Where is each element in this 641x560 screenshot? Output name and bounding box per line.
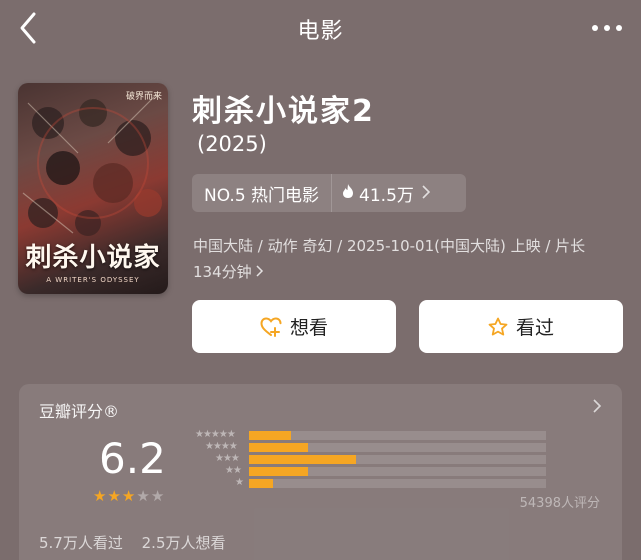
- more-icon[interactable]: [587, 14, 627, 42]
- heat-value: 41.5万: [359, 185, 414, 206]
- want-label: 想看: [289, 317, 328, 339]
- distribution-bar: [249, 455, 356, 464]
- top-nav: 电影: [0, 0, 641, 56]
- distribution-bar: [249, 467, 309, 476]
- rating-header: 豆瓣评分®: [39, 402, 120, 421]
- distribution-stars: ★★: [225, 465, 242, 476]
- distribution-row: ★★★★: [189, 441, 549, 455]
- movie-duration: 134分钟: [193, 263, 252, 281]
- movie-meta[interactable]: 中国大陆 / 动作 奇幻 / 2025-10-01(中国大陆) 上映 / 片长 …: [193, 233, 623, 285]
- watch-counts: 5.7万人看过 2.5万人想看: [39, 532, 226, 553]
- meta-line-duration: 134分钟: [193, 259, 623, 285]
- distribution-bar: [249, 479, 273, 488]
- chevron-right-icon[interactable]: [593, 398, 602, 417]
- distribution-row: ★★★: [189, 453, 549, 467]
- distribution-track: [249, 431, 546, 440]
- distribution-stars: ★★★: [215, 453, 240, 464]
- distribution-stars: ★★★★★: [195, 429, 236, 440]
- ranking-box: NO.5 热门电影 41.5万: [192, 174, 466, 212]
- poster-title: 刺杀小说家: [25, 243, 161, 273]
- flame-icon: [342, 183, 354, 204]
- poster-tagline: 破界而来: [125, 92, 162, 102]
- distribution-bar: [249, 431, 291, 440]
- distribution-stars: ★: [235, 477, 244, 488]
- rating-card[interactable]: 豆瓣评分® 6.2 ★ ★ ★ ★ ★ ★★★★★ ★★★★ ★★★ ★★ ★ 54398人评分…: [19, 384, 622, 560]
- want-to-watch-button[interactable]: 想看: [192, 300, 396, 353]
- distribution-track: [249, 467, 546, 476]
- distribution-track: [249, 443, 546, 452]
- movie-poster[interactable]: 破界而来 刺杀小说家 A WRITER'S ODYSSEY: [18, 83, 168, 294]
- chevron-right-icon: [256, 263, 264, 281]
- rating-count: 54398人评分: [519, 496, 600, 511]
- rank-badge[interactable]: NO.5 热门电影: [192, 174, 331, 212]
- distribution-track: [249, 479, 546, 488]
- heart-plus-icon: [260, 316, 282, 337]
- rating-score: 6.2: [99, 434, 166, 483]
- distribution-stars: ★★★★: [205, 441, 238, 452]
- distribution-row: ★★: [189, 465, 549, 479]
- seen-label: 看过: [515, 317, 554, 339]
- distribution-bar: [249, 443, 309, 452]
- seen-button[interactable]: 看过: [419, 300, 623, 353]
- page-title: 电影: [297, 19, 344, 44]
- seen-count: 5.7万人看过: [39, 534, 123, 552]
- star-outline-icon: [488, 317, 508, 337]
- rank-label: NO.5 热门电影: [204, 185, 320, 206]
- distribution-row: ★★★★★: [189, 429, 549, 443]
- heat-badge[interactable]: 41.5万: [332, 174, 440, 212]
- movie-title: 刺杀小说家2: [192, 94, 375, 129]
- distribution-row: ★: [189, 477, 549, 491]
- poster-subtitle: A WRITER'S ODYSSEY: [46, 276, 140, 284]
- movie-year: (2025): [197, 132, 267, 156]
- distribution-track: [249, 455, 546, 464]
- want-count: 2.5万人想看: [141, 534, 226, 552]
- meta-line: 中国大陆 / 动作 奇幻 / 2025-10-01(中国大陆) 上映 / 片长: [193, 237, 586, 255]
- chevron-right-icon: [422, 184, 431, 203]
